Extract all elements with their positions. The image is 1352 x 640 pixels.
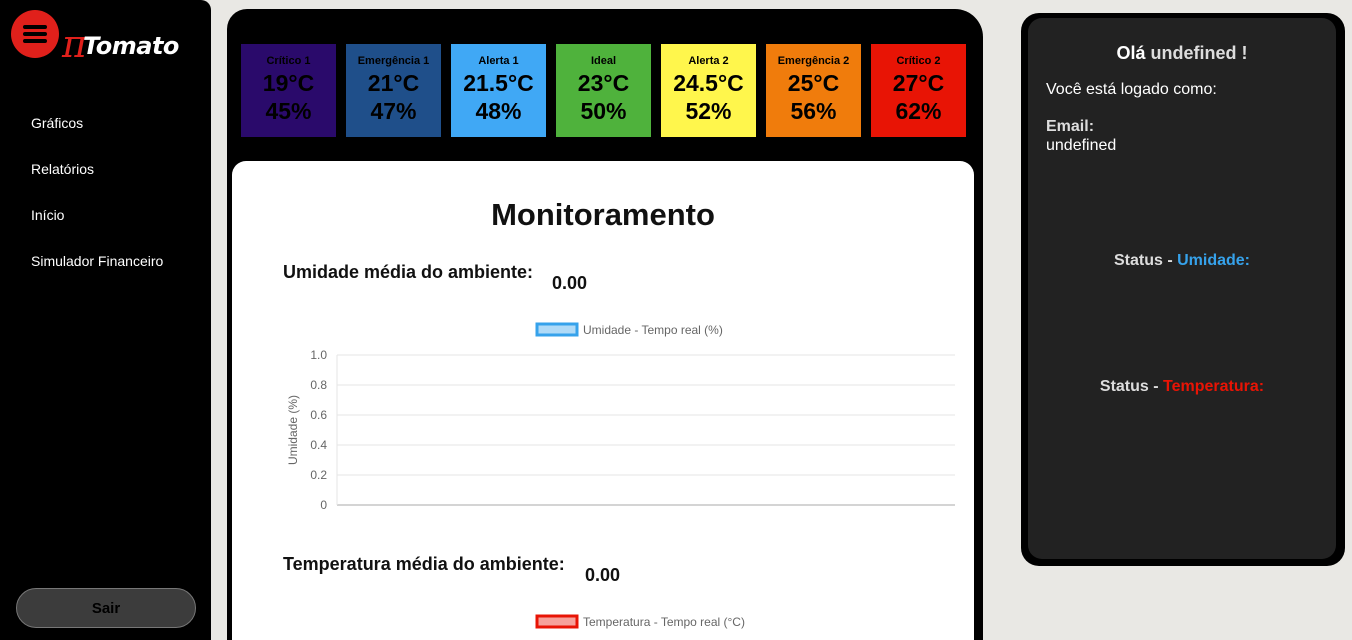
- threshold-card: Emergência 2 25°C 56%: [766, 44, 861, 137]
- card-humidity: 50%: [580, 98, 627, 124]
- y-tick-label: 0: [320, 498, 327, 512]
- temperature-average-label: Temperatura média do ambiente:: [283, 554, 565, 574]
- card-label: Emergência 2: [777, 55, 850, 67]
- monitoring-panel: Monitoramento Umidade média do ambiente:…: [232, 161, 974, 640]
- legend-label: Temperatura - Tempo real (°C): [583, 615, 745, 629]
- logo: π Tomato: [62, 20, 179, 63]
- user-card: Olá undefined ! Você está logado como: E…: [1021, 13, 1345, 566]
- card-temperature: 21.5°C: [463, 70, 534, 96]
- card-temperature: 25°C: [787, 70, 840, 96]
- threshold-cards: Crítico 1 19°C 45% Emergência 1 21°C 47%…: [241, 44, 966, 137]
- card-humidity: 52%: [685, 98, 732, 124]
- card-label: Crítico 2: [896, 55, 941, 67]
- y-tick-label: 0.8: [310, 378, 327, 392]
- legend-swatch: [535, 322, 579, 337]
- status-prefix: Status -: [1099, 378, 1164, 395]
- card-temperature: 21°C: [367, 70, 420, 96]
- threshold-card: Emergência 1 21°C 47%: [346, 44, 441, 137]
- card-humidity: 45%: [265, 98, 312, 124]
- legend-swatch: [535, 614, 579, 629]
- card-temperature: 23°C: [577, 70, 630, 96]
- threshold-card: Alerta 1 21.5°C 48%: [451, 44, 546, 137]
- threshold-card: Crítico 2 27°C 62%: [871, 44, 966, 137]
- main-content: Crítico 1 19°C 45% Emergência 1 21°C 47%…: [227, 9, 983, 640]
- greeting: Olá undefined !: [1028, 43, 1336, 64]
- humidity-average-label: Umidade média do ambiente:: [283, 262, 534, 282]
- logo-name: Tomato: [82, 32, 179, 60]
- logged-as-text: Você está logado como:: [1046, 81, 1217, 98]
- card-humidity: 62%: [895, 98, 942, 124]
- sidebar-item-graficos[interactable]: Gráficos: [31, 114, 163, 160]
- y-axis-label: Umidade (%): [286, 395, 300, 465]
- sidebar-item-relatorios[interactable]: Relatórios: [31, 160, 163, 206]
- status-humidity-label: Umidade:: [1177, 252, 1251, 269]
- y-tick-label: 0.4: [310, 438, 327, 452]
- sidebar-item-simulador-financeiro[interactable]: Simulador Financeiro: [31, 252, 163, 298]
- user-name: undefined !: [1150, 43, 1248, 63]
- card-temperature: 27°C: [892, 70, 945, 96]
- legend-label: Umidade - Tempo real (%): [583, 323, 723, 337]
- greeting-text: Olá: [1116, 43, 1146, 63]
- card-label: Alerta 1: [478, 55, 519, 67]
- card-humidity: 48%: [475, 98, 522, 124]
- card-humidity: 47%: [370, 98, 417, 124]
- sidebar: π Tomato Gráficos Relatórios Início Simu…: [0, 0, 211, 640]
- threshold-card: Alerta 2 24.5°C 52%: [661, 44, 756, 137]
- card-temperature: 24.5°C: [673, 70, 744, 96]
- temperature-chart: Temperatura - Tempo real (°C)1.0: [535, 614, 745, 629]
- sidebar-nav: Gráficos Relatórios Início Simulador Fin…: [31, 114, 163, 298]
- threshold-card: Crítico 1 19°C 45%: [241, 44, 336, 137]
- y-tick-label: 0.6: [310, 408, 327, 422]
- y-tick-label: 1.0: [310, 348, 327, 362]
- sidebar-item-inicio[interactable]: Início: [31, 206, 163, 252]
- humidity-chart: Umidade - Tempo real (%) 1.0 0.8 0.6 0.4 0.2 0…: [286, 322, 955, 512]
- card-label: Emergência 1: [357, 55, 430, 67]
- humidity-average-value: 0.00: [552, 273, 588, 293]
- threshold-card: Ideal 23°C 50%: [556, 44, 651, 137]
- card-temperature: 19°C: [262, 70, 315, 96]
- email-value: undefined: [1046, 137, 1117, 154]
- page-title: Monitoramento: [491, 197, 715, 232]
- user-info-panel: Olá undefined ! Você está logado como: E…: [1028, 18, 1336, 559]
- card-humidity: 56%: [790, 98, 837, 124]
- status-humidity: Status - Umidade:: [1028, 252, 1336, 270]
- status-prefix: Status -: [1113, 252, 1178, 269]
- hamburger-icon: [23, 25, 47, 29]
- temperature-average-value: 0.00: [585, 565, 621, 585]
- email-label: Email:: [1046, 118, 1095, 135]
- logout-button[interactable]: Sair: [16, 588, 196, 628]
- card-label: Ideal: [590, 55, 617, 67]
- hamburger-menu-button[interactable]: [11, 10, 59, 58]
- card-label: Crítico 1: [266, 55, 311, 67]
- status-temperature: Status - Temperatura:: [1028, 378, 1336, 396]
- card-label: Alerta 2: [688, 55, 729, 67]
- status-temperature-label: Temperatura:: [1163, 378, 1265, 395]
- y-tick-label: 0.2: [310, 468, 327, 482]
